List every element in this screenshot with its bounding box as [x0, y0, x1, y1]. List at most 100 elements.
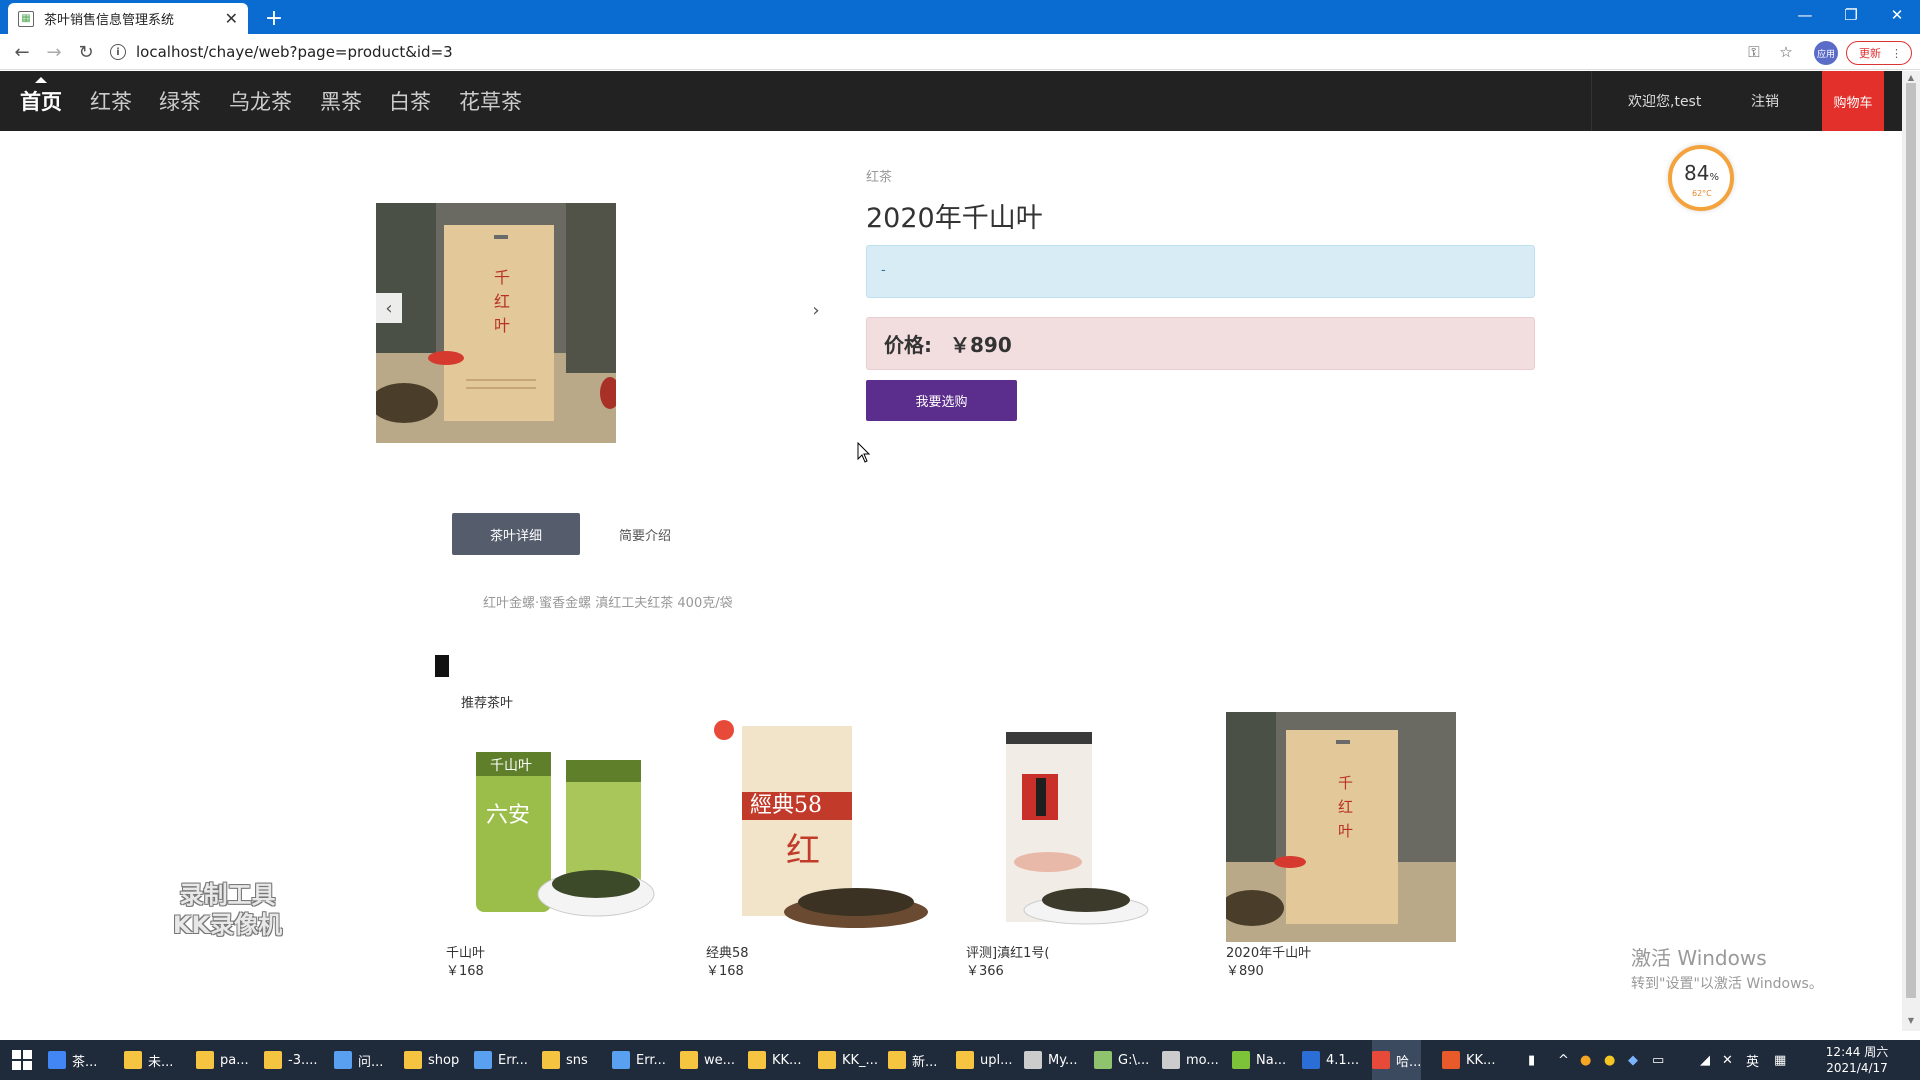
cart-button[interactable]: 购物车 — [1822, 71, 1884, 131]
taskbar-item[interactable]: KK... — [1442, 1040, 1495, 1080]
welcome-user[interactable]: 欢迎您,test — [1628, 71, 1701, 131]
taskbar-item[interactable]: My... — [1024, 1040, 1077, 1080]
tray-app-icon[interactable]: ▭ — [1652, 1040, 1664, 1080]
recommend-name[interactable]: 千山叶 — [446, 942, 485, 961]
svg-text:红: 红 — [1338, 798, 1353, 816]
taskbar-item[interactable]: sns — [542, 1040, 588, 1080]
taskbar-item-label: shop — [428, 1052, 460, 1068]
forward-icon[interactable]: → — [42, 40, 66, 64]
scroll-up-icon[interactable]: ▲ — [1906, 73, 1916, 83]
activate-windows-notice: 激活 Windows 转到"设置"以激活 Windows。 — [1631, 946, 1823, 992]
taskbar-app-icon — [542, 1051, 560, 1069]
site-info-icon[interactable]: i — [110, 44, 126, 60]
browser-tab-title: 茶叶销售信息管理系统 — [44, 13, 175, 28]
recommend-price: ￥168 — [706, 964, 744, 979]
recommend-name[interactable]: 评测]滇红1号( — [966, 942, 1049, 961]
system-clock[interactable]: 12:44 周六 2021/4/17 — [1822, 1044, 1892, 1076]
taskbar-app-icon — [474, 1051, 492, 1069]
tab-brief-intro[interactable]: 简要介绍 — [595, 513, 695, 555]
keyboard-icon[interactable]: ▦ — [1774, 1040, 1786, 1080]
product-description: - — [866, 245, 1535, 298]
back-icon[interactable]: ← — [10, 40, 34, 64]
taskbar-item-label: Na... — [1256, 1052, 1287, 1068]
active-caret-icon — [35, 77, 47, 83]
taskbar-item[interactable]: we... — [680, 1040, 735, 1080]
address-bar[interactable]: i localhost/chaye/web?page=product&id=3 — [110, 39, 1750, 65]
taskbar-item[interactable]: -3.... — [264, 1040, 318, 1080]
tray-app-icon[interactable]: ◆ — [1628, 1040, 1638, 1080]
reload-icon[interactable]: ↻ — [74, 40, 98, 64]
bookmark-star-icon[interactable]: ☆ — [1774, 40, 1798, 64]
taskbar-item[interactable]: Na... — [1232, 1040, 1286, 1080]
taskbar-app-icon — [1302, 1051, 1320, 1069]
nav-oolong-tea[interactable]: 乌龙茶 — [229, 71, 292, 131]
taskbar-item[interactable]: 新... — [888, 1040, 937, 1080]
browser-tab[interactable]: ▦ 茶叶销售信息管理系统 ✕ — [8, 3, 248, 34]
recorder-watermark: 录制工具 KK录像机 — [172, 881, 283, 939]
taskbar-item[interactable]: 茶... — [48, 1040, 97, 1080]
profile-avatar[interactable]: 应用 — [1814, 41, 1838, 65]
new-tab-button[interactable]: + — [260, 4, 288, 32]
taskbar-item-label: KK... — [1466, 1052, 1496, 1068]
browser-toolbar: ← → ↻ i localhost/chaye/web?page=product… — [0, 34, 1920, 70]
taskbar-item[interactable]: 问... — [334, 1040, 383, 1080]
taskbar-item[interactable]: mo... — [1162, 1040, 1219, 1080]
nav-white-tea[interactable]: 白茶 — [389, 71, 431, 131]
product-category[interactable]: 红茶 — [866, 166, 892, 185]
recommend-image[interactable]: 千 红 叶 — [1226, 712, 1456, 942]
scroll-thumb[interactable] — [1906, 83, 1916, 998]
carousel-prev-button[interactable]: ‹ — [376, 293, 402, 323]
recommend-name[interactable]: 2020年千山叶 — [1226, 942, 1311, 961]
tray-app-icon[interactable]: ● — [1580, 1040, 1591, 1080]
nav-green-tea[interactable]: 绿茶 — [159, 71, 201, 131]
taskbar-item-label: mo... — [1186, 1052, 1219, 1068]
taskbar-item[interactable]: 哈... — [1372, 1040, 1422, 1080]
network-icon[interactable]: ◢ — [1700, 1040, 1710, 1080]
page-favicon-icon: ▦ — [18, 10, 34, 27]
recommend-price: ￥890 — [1226, 964, 1264, 979]
tray-app-icon[interactable]: ● — [1604, 1040, 1615, 1080]
volume-muted-icon[interactable]: ✕ — [1722, 1040, 1733, 1080]
cpu-usage-gauge[interactable]: 84% 62°C — [1668, 145, 1734, 211]
page-scrollbar[interactable]: ▲ ▼ — [1902, 71, 1920, 1031]
tab-tea-details[interactable]: 茶叶详细 — [452, 513, 580, 555]
svg-text:千山叶: 千山叶 — [490, 758, 532, 774]
ime-indicator[interactable]: 英 — [1746, 1040, 1759, 1080]
taskbar-item[interactable]: pa... — [196, 1040, 249, 1080]
taskbar-app-icon — [818, 1051, 836, 1069]
key-icon[interactable]: ⚿ — [1742, 40, 1766, 64]
recommend-image[interactable]: 經典58 红 — [706, 712, 936, 942]
taskbar-item[interactable]: upl... — [956, 1040, 1013, 1080]
taskbar-app-icon — [612, 1051, 630, 1069]
tray-expand-icon[interactable]: ^ — [1558, 1040, 1569, 1080]
recommend-image[interactable] — [966, 712, 1196, 942]
windows-start-icon[interactable] — [12, 1050, 32, 1070]
more-menu-icon[interactable]: ⋮ — [1891, 47, 1902, 60]
minimize-window-icon[interactable]: — — [1782, 0, 1828, 30]
recommend-name[interactable]: 经典58 — [706, 942, 749, 961]
taskbar-item[interactable]: Err... — [612, 1040, 666, 1080]
restore-window-icon[interactable]: ❐ — [1828, 0, 1874, 30]
taskbar-item[interactable]: KK_... — [818, 1040, 878, 1080]
taskbar-app-icon — [888, 1051, 906, 1069]
taskbar-item-label: KK_... — [842, 1052, 878, 1068]
update-button[interactable]: 更新 ⋮ — [1846, 41, 1912, 65]
taskbar-item[interactable]: shop — [404, 1040, 459, 1080]
nav-dark-tea[interactable]: 黑茶 — [320, 71, 362, 131]
taskbar-app-icon — [196, 1051, 214, 1069]
buy-button[interactable]: 我要选购 — [866, 380, 1017, 421]
taskbar-item[interactable]: 4.1... — [1302, 1040, 1359, 1080]
taskbar-item[interactable]: 未... — [124, 1040, 173, 1080]
close-tab-icon[interactable]: ✕ — [225, 9, 238, 28]
taskbar-item[interactable]: KK... — [748, 1040, 801, 1080]
recommend-image[interactable]: 千山叶 六安 — [446, 712, 676, 942]
nav-black-tea[interactable]: 红茶 — [90, 71, 132, 131]
close-window-icon[interactable]: ✕ — [1874, 0, 1920, 30]
carousel-next-button[interactable]: › — [806, 297, 826, 323]
taskbar-item[interactable]: Err... — [474, 1040, 528, 1080]
taskbar-item[interactable]: G:\... — [1094, 1040, 1149, 1080]
logout-link[interactable]: 注销 — [1751, 71, 1779, 131]
scroll-down-icon[interactable]: ▼ — [1906, 1016, 1916, 1026]
nav-herbal-tea[interactable]: 花草茶 — [459, 71, 522, 131]
battery-icon[interactable]: ▮ — [1528, 1040, 1535, 1080]
